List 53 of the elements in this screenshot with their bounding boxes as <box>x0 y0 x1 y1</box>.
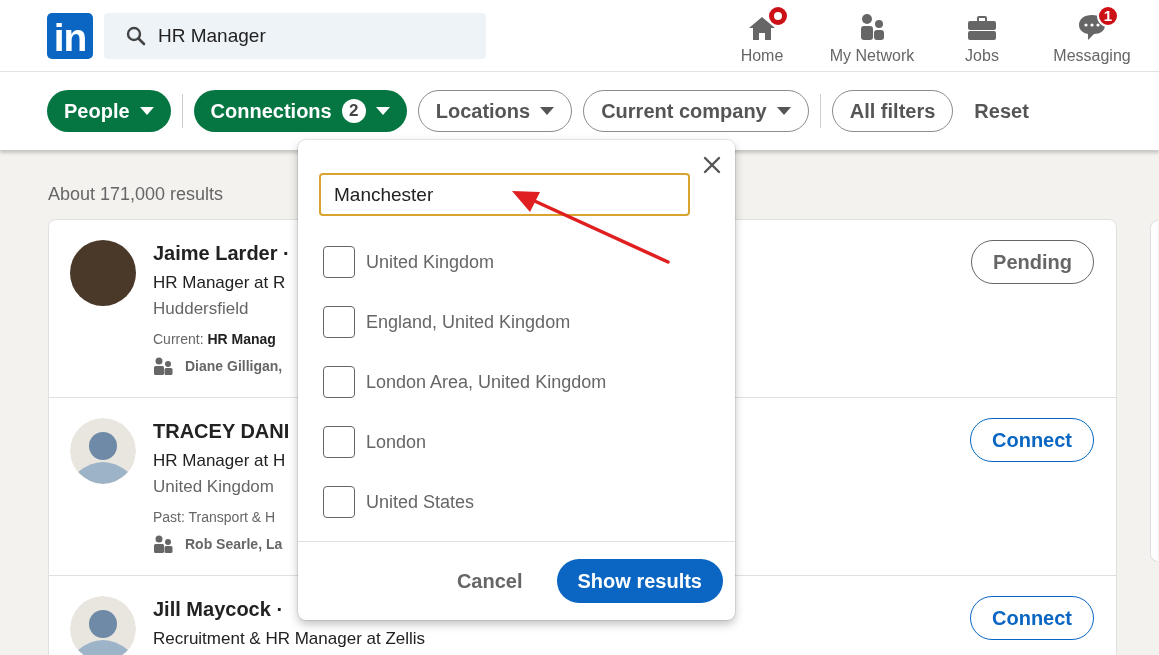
people-icon <box>858 12 886 41</box>
nav-item[interactable]: Jobs <box>927 6 1037 65</box>
person-summary: Past: Transport & H <box>153 509 276 525</box>
person-headline: Recruitment & HR Manager at Zellis <box>153 629 426 649</box>
show-results-button[interactable]: Show results <box>556 559 723 603</box>
checkbox[interactable] <box>323 366 355 398</box>
house-icon <box>747 14 777 41</box>
location-input[interactable]: Manchester <box>319 173 690 216</box>
person-headline: HR Manager at R <box>153 273 286 293</box>
checkbox-label[interactable]: United States <box>366 491 475 513</box>
nav-item[interactable]: 1 Messaging <box>1037 6 1147 65</box>
linkedin-logo[interactable]: in <box>47 12 93 59</box>
checkbox-label[interactable]: London <box>366 431 427 453</box>
notification-badge: 1 <box>1097 4 1119 27</box>
close-icon <box>701 154 723 176</box>
filter-pill[interactable]: All filters <box>831 90 954 132</box>
pending-button[interactable]: Pending <box>971 240 1094 284</box>
checkbox-label[interactable]: England, United Kingdom <box>366 311 571 333</box>
nav-item[interactable]: My Network <box>817 6 927 65</box>
person-name[interactable]: Jill Maycock · <box>153 598 284 621</box>
cancel-button[interactable]: Cancel <box>432 559 547 603</box>
close-button[interactable] <box>701 154 723 176</box>
mutual-connections[interactable]: Rob Searle, La <box>185 536 283 552</box>
checkbox-label[interactable]: London Area, United Kingdom <box>366 371 607 393</box>
connect-button[interactable]: Connect <box>970 596 1094 640</box>
briefcase-icon <box>967 14 997 41</box>
search-field[interactable]: HR Manager <box>104 12 486 59</box>
search-icon <box>126 25 146 46</box>
checkbox-label[interactable]: United Kingdom <box>366 251 495 273</box>
filter-pill[interactable]: Current company <box>583 90 809 132</box>
filter-pill[interactable]: Connections 2 <box>193 90 407 132</box>
nav-item[interactable]: Home <box>707 6 817 65</box>
results-count: About 171,000 results <box>48 184 224 205</box>
avatar-silhouette-icon[interactable] <box>70 596 136 655</box>
person-name[interactable]: TRACEY DANI <box>153 420 290 443</box>
person-name[interactable]: Jaime Larder · <box>153 242 290 265</box>
reset-link[interactable]: Reset <box>964 90 1039 132</box>
people-icon <box>153 535 173 553</box>
avatar-silhouette-icon[interactable] <box>70 418 136 484</box>
filter-pill[interactable]: People <box>47 90 171 132</box>
person-location: United Kingdom <box>153 477 274 497</box>
person-location: Huddersfield <box>153 299 249 319</box>
person-summary: Current: HR Manag <box>153 331 276 347</box>
checkbox[interactable] <box>323 426 355 458</box>
person-headline: HR Manager at H <box>153 451 286 471</box>
mutual-connections[interactable]: Diane Gilligan, <box>185 358 283 374</box>
connect-button[interactable]: Connect <box>970 418 1094 462</box>
checkbox[interactable] <box>323 486 355 518</box>
checkbox[interactable] <box>323 306 355 338</box>
people-icon <box>153 357 173 375</box>
count-badge: 2 <box>341 99 366 123</box>
checkbox[interactable] <box>323 246 355 278</box>
filter-pill[interactable]: Locations <box>417 90 573 132</box>
